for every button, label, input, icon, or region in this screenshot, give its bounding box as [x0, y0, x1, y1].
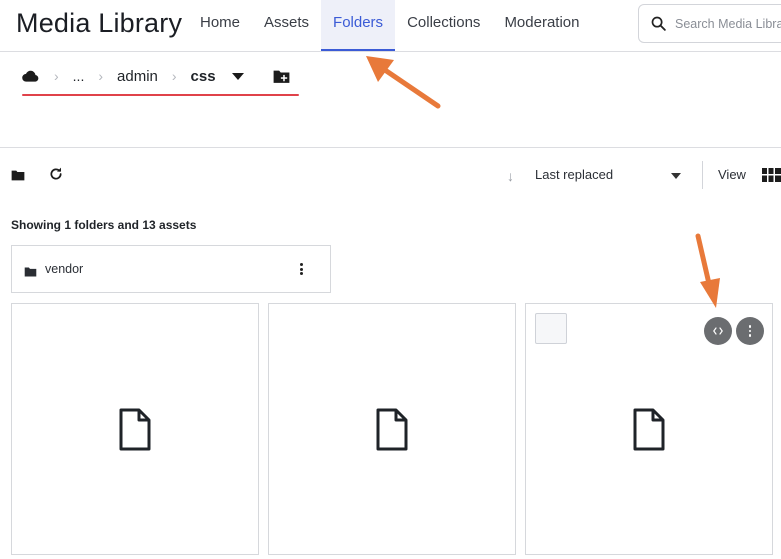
new-folder-icon[interactable] [272, 69, 291, 84]
folder-icon [24, 264, 37, 282]
breadcrumb-current: css [190, 67, 216, 85]
nav-assets[interactable]: Assets [252, 0, 321, 51]
file-icon [375, 408, 409, 456]
toolbar-divider [702, 161, 703, 189]
breadcrumb-ellipsis[interactable]: ... [73, 68, 85, 84]
annotation-arrow [366, 56, 441, 109]
breadcrumb: › ... › admin › css [22, 64, 291, 88]
chevron-right-icon: › [171, 68, 177, 84]
results-summary: Showing 1 folders and 13 assets [11, 218, 197, 232]
nav-folders[interactable]: Folders [321, 0, 396, 51]
sort-select[interactable]: Last replaced [535, 167, 685, 182]
search-box[interactable] [638, 4, 781, 43]
chevron-right-icon: › [98, 68, 104, 84]
nav-moderation[interactable]: Moderation [492, 0, 591, 51]
search-icon [651, 16, 666, 31]
app-title: Media Library [16, 8, 183, 38]
caret-down-icon[interactable] [671, 173, 681, 179]
chevron-right-icon: › [54, 68, 59, 84]
asset-card[interactable] [11, 303, 259, 555]
view-label: View [718, 167, 746, 182]
folder-icon[interactable] [11, 170, 25, 181]
select-checkbox[interactable] [535, 313, 567, 344]
folder-name: vendor [45, 262, 84, 276]
breadcrumb-admin[interactable]: admin [117, 68, 158, 85]
asset-card[interactable] [268, 303, 516, 555]
main-nav: Home Assets Folders Collections Moderati… [188, 0, 591, 51]
cloud-icon[interactable] [22, 67, 40, 85]
annotation-underline [22, 94, 299, 96]
refresh-icon[interactable] [48, 166, 64, 182]
folder-card[interactable]: vendor [11, 245, 331, 293]
more-vertical-icon[interactable] [296, 260, 306, 278]
arrow-down-icon[interactable]: ↓ [507, 168, 514, 184]
file-icon [632, 408, 666, 456]
section-divider [0, 147, 781, 148]
nav-home[interactable]: Home [188, 0, 252, 51]
file-icon [118, 408, 152, 456]
app-header: Media Library Home Assets Folders Collec… [0, 0, 781, 52]
nav-collections[interactable]: Collections [395, 0, 492, 51]
code-icon[interactable] [704, 317, 732, 345]
grid-view-icon[interactable] [762, 168, 781, 187]
asset-card-hovered[interactable] [525, 303, 773, 555]
caret-down-icon[interactable] [231, 72, 244, 80]
more-vertical-icon[interactable] [736, 317, 764, 345]
search-input[interactable] [675, 5, 781, 42]
annotation-arrow [695, 233, 720, 308]
